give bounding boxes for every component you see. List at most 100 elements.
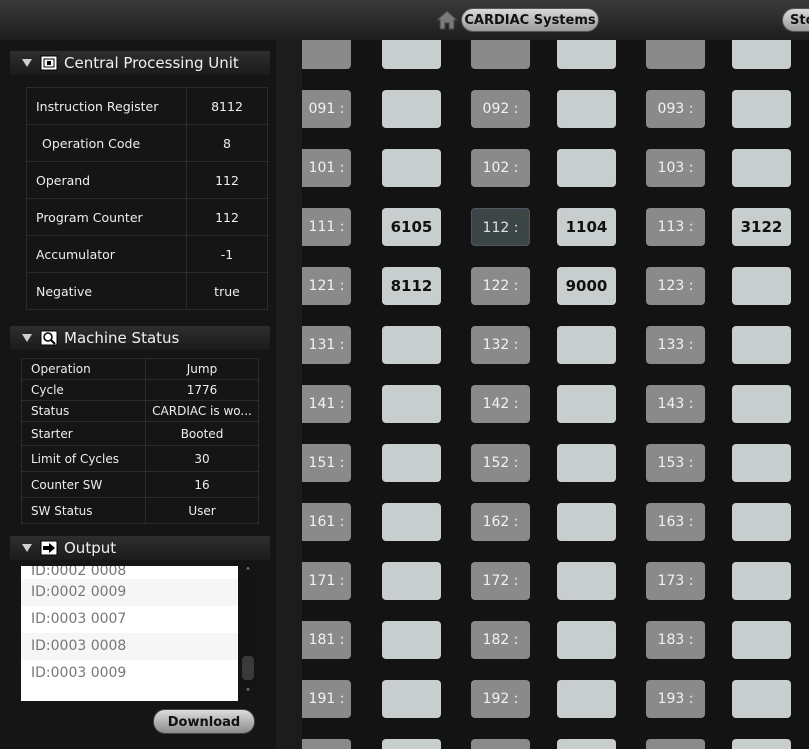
memory-address: 092 : xyxy=(471,90,530,128)
memory-cell[interactable] xyxy=(732,149,791,187)
list-item: ID:0003 0007 xyxy=(21,606,238,633)
scrollbar-thumb[interactable] xyxy=(242,656,254,680)
cpu-value: 8 xyxy=(186,124,268,162)
output-line: ID:0002 0008 xyxy=(31,566,127,579)
grid-gutter xyxy=(276,40,302,749)
cpu-value: 112 xyxy=(186,198,268,236)
memory-cell[interactable] xyxy=(557,503,616,541)
memory-cell[interactable] xyxy=(557,40,616,69)
memory-cell[interactable] xyxy=(382,680,441,718)
memory-cell[interactable] xyxy=(732,326,791,364)
memory-cell[interactable] xyxy=(732,680,791,718)
memory-cell[interactable] xyxy=(382,385,441,423)
machine-status-title: Machine Status xyxy=(64,329,180,347)
memory-cell[interactable] xyxy=(382,503,441,541)
store-button[interactable]: Sto xyxy=(782,8,809,32)
memory-address: 181 : xyxy=(302,621,351,659)
memory-address: 113 : xyxy=(646,208,705,246)
table-row: Instruction Register 8112 xyxy=(26,87,268,125)
memory-cell[interactable] xyxy=(732,385,791,423)
home-icon[interactable] xyxy=(436,9,458,31)
table-row: Accumulator -1 xyxy=(26,235,268,273)
collapse-icon[interactable] xyxy=(22,59,32,67)
memory-address: 153 : xyxy=(646,444,705,482)
machine-status-section-header[interactable]: Machine Status xyxy=(10,326,270,350)
memory-cell[interactable] xyxy=(382,739,441,749)
memory-address xyxy=(302,739,351,749)
cpu-section-header[interactable]: Central Processing Unit xyxy=(10,51,270,75)
table-row: Negative true xyxy=(26,272,268,310)
memory-cell[interactable] xyxy=(557,90,616,128)
memory-address xyxy=(471,40,530,69)
memory-cell[interactable] xyxy=(557,562,616,600)
memory-address: 162 : xyxy=(471,503,530,541)
cpu-label: Negative xyxy=(26,272,187,310)
memory-cell[interactable] xyxy=(557,680,616,718)
memory-cell[interactable] xyxy=(732,562,791,600)
download-button[interactable]: Download xyxy=(153,709,255,734)
memory-cell[interactable] xyxy=(732,503,791,541)
output-list[interactable]: ID:0002 0008 ID:0002 0009 ID:0003 0007 I… xyxy=(21,566,238,701)
memory-cell[interactable] xyxy=(557,444,616,482)
memory-address: 123 : xyxy=(646,267,705,305)
memory-cell[interactable]: 3122 xyxy=(732,208,791,246)
cpu-value: true xyxy=(186,272,268,310)
memory-cell[interactable] xyxy=(557,149,616,187)
output-scrollbar[interactable]: ˄ ˅ xyxy=(240,566,256,701)
memory-cell[interactable]: 8112 xyxy=(382,267,441,305)
status-value: 16 xyxy=(145,471,259,498)
cpu-label: Program Counter xyxy=(26,198,187,236)
chevron-down-icon[interactable]: ˅ xyxy=(243,689,253,699)
cpu-value: 112 xyxy=(186,161,268,199)
memory-cell[interactable] xyxy=(732,621,791,659)
memory-cell[interactable] xyxy=(557,621,616,659)
memory-address: 111 : xyxy=(302,208,351,246)
memory-cell[interactable] xyxy=(382,621,441,659)
status-value: User xyxy=(145,497,259,524)
memory-cell[interactable] xyxy=(382,149,441,187)
status-label: Starter xyxy=(21,421,146,446)
top-bar: CARDIAC Systems Sto xyxy=(0,0,809,41)
memory-cell[interactable] xyxy=(732,90,791,128)
status-label: Operation xyxy=(21,358,146,380)
memory-cell[interactable] xyxy=(557,739,616,749)
memory-cell[interactable] xyxy=(382,444,441,482)
memory-cell[interactable] xyxy=(732,40,791,69)
memory-cell[interactable] xyxy=(382,90,441,128)
memory-address xyxy=(646,40,705,69)
memory-address: 102 : xyxy=(471,149,530,187)
collapse-icon[interactable] xyxy=(22,544,32,552)
memory-cell[interactable] xyxy=(732,739,791,749)
memory-cell[interactable] xyxy=(732,267,791,305)
memory-address: 101 : xyxy=(302,149,351,187)
memory-address: 151 : xyxy=(302,444,351,482)
memory-cell[interactable] xyxy=(382,326,441,364)
memory-cell[interactable]: 6105 xyxy=(382,208,441,246)
list-item: ID:0003 0008 xyxy=(21,633,238,660)
memory-address: 141 : xyxy=(302,385,351,423)
table-row: SW Status User xyxy=(21,497,259,524)
memory-address: 122 : xyxy=(471,267,530,305)
memory-address xyxy=(646,739,705,749)
memory-address: 133 : xyxy=(646,326,705,364)
machine-status-table: Operation Jump Cycle 1776 Status CARDIAC is… xyxy=(21,358,259,524)
output-section-header[interactable]: Output xyxy=(10,536,270,560)
memory-cell[interactable] xyxy=(382,562,441,600)
memory-cell[interactable]: 9000 xyxy=(557,267,616,305)
memory-cell[interactable]: 1104 xyxy=(557,208,616,246)
memory-cell[interactable] xyxy=(382,40,441,69)
cpu-table: Instruction Register 8112 Operation Code 8… xyxy=(26,87,268,310)
app-title-button[interactable]: CARDIAC Systems xyxy=(461,8,599,32)
memory-address: 192 : xyxy=(471,680,530,718)
memory-cell[interactable] xyxy=(732,444,791,482)
memory-address: 143 : xyxy=(646,385,705,423)
memory-address: 103 : xyxy=(646,149,705,187)
chevron-up-icon[interactable]: ˄ xyxy=(243,568,253,578)
list-item: ID:0002 0009 xyxy=(21,579,238,606)
table-row: Operation Jump xyxy=(21,358,259,380)
status-label: Limit of Cycles xyxy=(21,445,146,472)
collapse-icon[interactable] xyxy=(22,334,32,342)
cpu-label: Instruction Register xyxy=(26,87,187,125)
memory-cell[interactable] xyxy=(557,385,616,423)
memory-cell[interactable] xyxy=(557,326,616,364)
